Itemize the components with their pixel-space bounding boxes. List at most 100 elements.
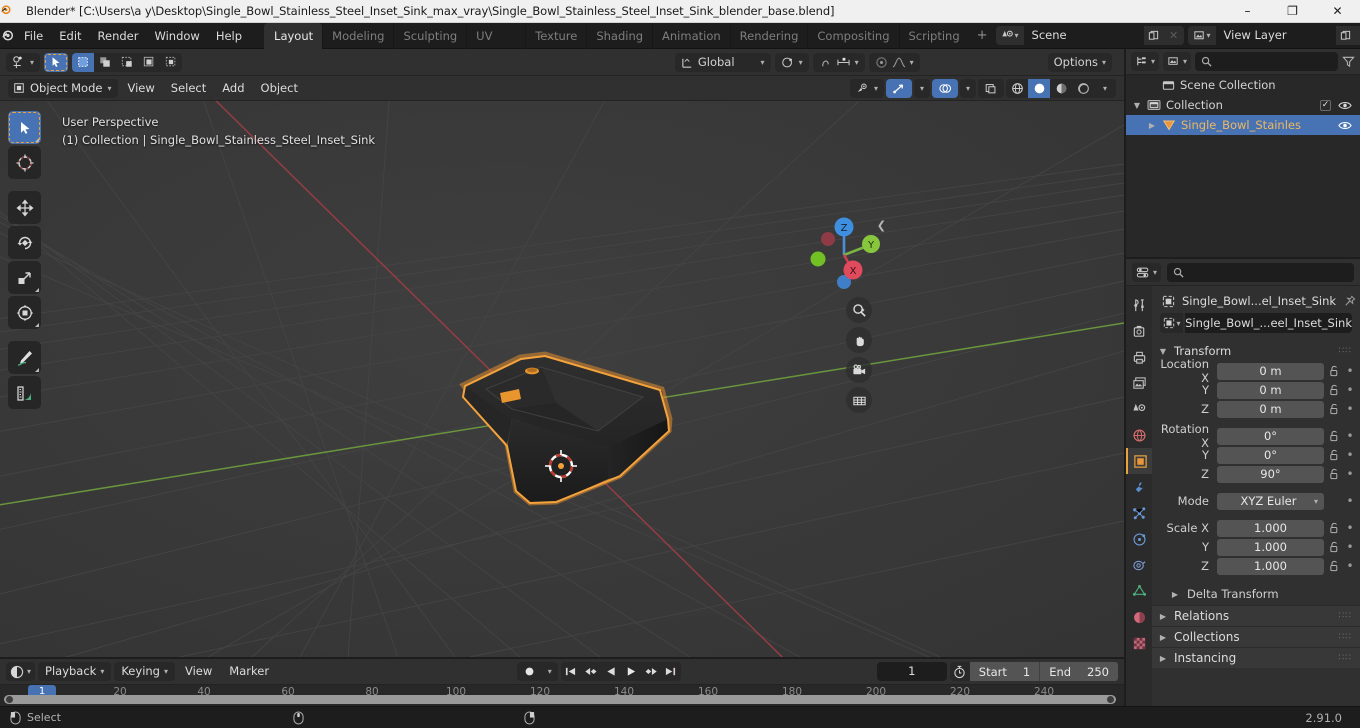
select-intersect-mode[interactable] (160, 53, 182, 72)
material-preview-shading[interactable] (1050, 79, 1072, 98)
workspace-tab-compositing[interactable]: Compositing (807, 22, 898, 49)
menu-edit[interactable]: Edit (51, 26, 89, 46)
toggle-ortho-tool-icon[interactable] (846, 387, 872, 413)
object-name-field[interactable]: ▾ Single_Bowl_...eel_Inset_Sink (1160, 313, 1352, 333)
relations-panel-header[interactable]: ▶ Relations ∷∷ (1152, 605, 1360, 626)
use-preview-range-icon[interactable] (950, 665, 970, 679)
new-scene-button[interactable] (1143, 26, 1164, 45)
menu-window[interactable]: Window (146, 26, 207, 46)
output-tab[interactable] (1126, 344, 1152, 370)
instancing-panel-header[interactable]: ▶ Instancing ∷∷ (1152, 647, 1360, 668)
lock-icon[interactable] (1327, 541, 1341, 553)
cursor-tool[interactable] (8, 146, 41, 179)
select-tool-toggle[interactable] (44, 52, 69, 72)
rotation-mode-dropdown[interactable]: XYZ Euler ▾ (1217, 492, 1324, 510)
pivot-point-selector[interactable]: ▾ (774, 52, 809, 72)
viewport-menu-object[interactable]: Object (254, 79, 305, 98)
close-button[interactable]: ✕ (1315, 0, 1360, 23)
play-button[interactable] (621, 662, 641, 681)
location-x-field[interactable]: 0 m (1217, 362, 1324, 380)
workspace-tab-texture-paint[interactable]: Texture Paint (525, 22, 586, 69)
transform-tool[interactable] (8, 296, 41, 329)
next-keyframe-button[interactable] (641, 662, 661, 681)
pin-icon[interactable] (1343, 295, 1356, 308)
outliner-editor-type-selector[interactable]: ▾ (1131, 52, 1160, 71)
rotate-tool[interactable] (8, 226, 41, 259)
particles-tab[interactable] (1126, 500, 1152, 526)
view-layer-icon[interactable]: ▾ (1187, 26, 1216, 45)
add-workspace-button[interactable]: + (969, 28, 996, 43)
texture-tab[interactable] (1126, 630, 1152, 656)
viewport-menu-select[interactable]: Select (164, 79, 213, 98)
animate-property-icon[interactable]: • (1344, 494, 1356, 508)
lock-icon[interactable] (1327, 384, 1341, 396)
panel-drag-handle[interactable]: ∷∷ (1339, 653, 1352, 663)
constraints-tab[interactable] (1126, 552, 1152, 578)
measure-tool[interactable] (8, 376, 41, 409)
annotate-tool[interactable] (8, 341, 41, 374)
animate-property-icon[interactable]: • (1344, 448, 1356, 462)
workspace-tab-sculpting[interactable]: Sculpting (393, 22, 466, 49)
workspace-tab-shading[interactable]: Shading (586, 22, 652, 49)
lock-icon[interactable] (1327, 449, 1341, 461)
animate-property-icon[interactable]: • (1344, 540, 1356, 554)
timeline-horizontal-scrollbar[interactable] (4, 695, 1116, 704)
view-layer-tab[interactable] (1126, 370, 1152, 396)
menu-help[interactable]: Help (208, 26, 250, 46)
menu-file[interactable]: File (16, 26, 51, 46)
maximize-button[interactable]: ❐ (1270, 0, 1315, 23)
solid-shading[interactable] (1028, 78, 1050, 98)
delta-transform-panel-header[interactable]: ▶ Delta Transform (1152, 583, 1360, 605)
scale-y-field[interactable]: 1.000 (1217, 538, 1324, 556)
panel-drag-handle[interactable]: ∷∷ (1339, 346, 1352, 356)
editor-type-selector[interactable]: ▾ (6, 52, 41, 72)
select-invert-mode[interactable] (138, 53, 160, 72)
collection-checkbox[interactable]: ✓ (1320, 99, 1331, 111)
keying-menu[interactable]: Keying ▾ (114, 662, 175, 681)
workspace-tab-animation[interactable]: Animation (652, 22, 730, 49)
sidebar-toggle-arrow-icon[interactable]: ❮ (877, 219, 886, 232)
scale-x-field[interactable]: 1.000 (1217, 519, 1324, 537)
snapping-group[interactable]: ▾ (812, 52, 865, 72)
lock-icon[interactable] (1327, 560, 1341, 572)
timeline-menu-marker[interactable]: Marker (222, 662, 276, 681)
workspace-tab-rendering[interactable]: Rendering (729, 22, 808, 49)
collections-panel-header[interactable]: ▶ Collections ∷∷ (1152, 626, 1360, 647)
auto-keying-dropdown[interactable]: ▾ (542, 662, 558, 681)
animate-property-icon[interactable]: • (1344, 467, 1356, 481)
previous-keyframe-button[interactable] (581, 662, 601, 681)
gizmo-dropdown[interactable]: ▾ (913, 78, 930, 98)
scale-z-field[interactable]: 1.000 (1217, 557, 1324, 575)
select-subtract-mode[interactable] (116, 53, 138, 72)
material-tab[interactable] (1126, 604, 1152, 630)
overlays-toggle[interactable] (931, 78, 958, 98)
lock-icon[interactable] (1327, 522, 1341, 534)
scrollbar-handle-left[interactable] (6, 696, 13, 703)
transform-orientation-selector[interactable]: Global ▾ (674, 52, 771, 72)
navigation-gizmo[interactable]: Z Y X (800, 209, 884, 293)
timeline-menu-view[interactable]: View (178, 662, 219, 681)
workspace-tab-modeling[interactable]: Modeling (322, 22, 393, 49)
outliner-row-sink-object[interactable]: ▶ Single_Bowl_Stainles (1126, 115, 1360, 135)
workspace-tab-layout[interactable]: Layout (264, 22, 323, 49)
disclosure-triangle-icon[interactable]: ▶ (1147, 121, 1157, 130)
animate-property-icon[interactable]: • (1344, 429, 1356, 443)
render-tab[interactable] (1126, 318, 1152, 344)
blender-logo-icon[interactable] (0, 28, 16, 44)
rotation-x-field[interactable]: 0° (1217, 427, 1324, 445)
animate-property-icon[interactable]: • (1344, 383, 1356, 397)
properties-search-input[interactable] (1167, 262, 1354, 282)
panel-drag-handle[interactable]: ∷∷ (1339, 611, 1352, 621)
viewport-menu-add[interactable]: Add (215, 79, 251, 98)
start-frame-field[interactable]: Start 1 (969, 662, 1040, 681)
lock-icon[interactable] (1327, 365, 1341, 377)
workspace-tab-uv-editing[interactable]: UV Editing (466, 22, 525, 69)
scale-tool[interactable] (8, 261, 41, 294)
jump-to-start-button[interactable] (561, 662, 581, 681)
overlays-dropdown[interactable]: ▾ (959, 78, 976, 98)
disclosure-triangle-icon[interactable]: ▼ (1132, 101, 1142, 110)
play-reverse-button[interactable] (601, 662, 621, 681)
lock-icon[interactable] (1327, 430, 1341, 442)
eye-icon[interactable] (1338, 100, 1352, 111)
outliner-search-input[interactable] (1195, 52, 1338, 71)
